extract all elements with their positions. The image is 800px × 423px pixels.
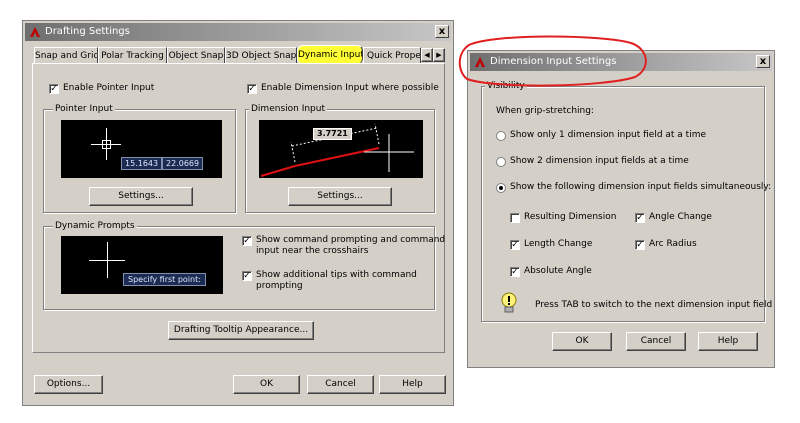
dimension-input-settings-dialog: Dimension Input Settings x Visibility Wh…: [467, 50, 775, 368]
ok-button[interactable]: OK: [233, 375, 300, 394]
crosshair-pickbox: [102, 140, 111, 149]
pointer-settings-button[interactable]: Settings...: [89, 187, 193, 206]
resulting-dimension-checkbox[interactable]: [510, 213, 520, 223]
red-annotation-circle: [458, 35, 647, 87]
close-button[interactable]: x: [756, 55, 770, 68]
tab-3d-object-snap[interactable]: 3D Object Snap: [225, 47, 297, 63]
autocad-logo-icon: [30, 27, 40, 37]
cancel-button[interactable]: Cancel: [626, 332, 686, 351]
radio-show-following-fields[interactable]: [496, 183, 506, 193]
drafting-settings-dialog: Drafting Settings x Snap and Grid Polar …: [22, 20, 454, 406]
cancel-button[interactable]: Cancel: [307, 375, 374, 394]
angle-change-checkbox[interactable]: ✓: [635, 213, 645, 223]
pointer-input-preview: 15.1643 22.0669: [61, 120, 222, 178]
tab-dynamic-input[interactable]: Dynamic Input: [297, 45, 363, 64]
absolute-angle-checkbox[interactable]: ✓: [510, 267, 520, 277]
radio-show-two-fields[interactable]: [496, 157, 506, 167]
dynamic-prompts-preview: Specify first point:: [61, 236, 223, 294]
pointer-input-group-label: Pointer Input: [53, 104, 115, 114]
prompt-crosshair-vertical: [107, 242, 108, 278]
help-button[interactable]: Help: [698, 332, 758, 351]
drafting-tooltip-appearance-button[interactable]: Drafting Tooltip Appearance...: [168, 321, 314, 340]
dimension-settings-button[interactable]: Settings...: [288, 187, 392, 206]
arc-radius-label[interactable]: Arc Radius: [649, 239, 697, 250]
arc-radius-checkbox[interactable]: ✓: [635, 240, 645, 250]
tab-switch-tip: Press TAB to switch to the next dimensio…: [535, 300, 773, 310]
help-button[interactable]: Help: [379, 375, 446, 394]
dimension-value-field: 3.7721: [313, 128, 352, 140]
radio-show-following-fields-label[interactable]: Show the following dimension input field…: [510, 182, 771, 193]
length-change-label[interactable]: Length Change: [524, 239, 592, 250]
close-button[interactable]: x: [435, 25, 449, 38]
tab-snap-and-grid[interactable]: Snap and Grid: [34, 47, 98, 63]
tab-scroll-right-button[interactable]: ▶: [433, 48, 445, 62]
ok-button[interactable]: OK: [552, 332, 612, 351]
tab-quick-properties[interactable]: Quick Propert: [363, 47, 421, 63]
enable-pointer-input-label[interactable]: Enable Pointer Input: [63, 83, 154, 94]
prompt-tooltip: Specify first point:: [123, 273, 206, 286]
options-button[interactable]: Options...: [34, 375, 103, 394]
enable-dimension-input-checkbox[interactable]: ✓: [247, 84, 257, 94]
show-additional-tips-label-1[interactable]: Show additional tips with command: [256, 270, 417, 281]
lightbulb-icon: [501, 292, 517, 313]
show-additional-tips-label-2[interactable]: prompting: [256, 281, 303, 292]
radio-show-one-field-label[interactable]: Show only 1 dimension input field at a t…: [510, 130, 706, 141]
show-additional-tips-checkbox[interactable]: ✓: [242, 271, 252, 281]
pointer-coord-x: 15.1643: [121, 157, 163, 170]
dimension-input-group-label: Dimension Input: [249, 104, 328, 114]
absolute-angle-label[interactable]: Absolute Angle: [524, 266, 592, 277]
show-command-prompting-label-1[interactable]: Show command prompting and command: [256, 235, 445, 246]
resulting-dimension-label[interactable]: Resulting Dimension: [524, 212, 616, 223]
enable-pointer-input-checkbox[interactable]: ✓: [49, 84, 59, 94]
radio-show-one-field[interactable]: [496, 131, 506, 141]
visibility-group: [481, 86, 765, 322]
dynamic-prompts-group-label: Dynamic Prompts: [53, 221, 137, 231]
angle-change-label[interactable]: Angle Change: [649, 212, 712, 223]
tab-object-snap[interactable]: Object Snap: [167, 47, 225, 63]
enable-dimension-input-label[interactable]: Enable Dimension Input where possible: [261, 83, 439, 94]
pointer-coord-y: 22.0669: [162, 157, 204, 170]
tab-polar-tracking[interactable]: Polar Tracking: [98, 47, 167, 63]
show-command-prompting-checkbox[interactable]: ✓: [242, 236, 252, 246]
length-change-checkbox[interactable]: ✓: [510, 240, 520, 250]
show-command-prompting-label-2[interactable]: input near the crosshairs: [256, 246, 368, 257]
drafting-settings-titlebar[interactable]: Drafting Settings x: [25, 23, 451, 41]
drafting-settings-title: Drafting Settings: [45, 26, 130, 37]
dimension-input-preview: 3.7721: [259, 120, 423, 178]
radio-show-two-fields-label[interactable]: Show 2 dimension input fields at a time: [510, 156, 689, 167]
tab-scroll-left-button[interactable]: ◀: [421, 48, 433, 62]
grip-stretching-label: When grip-stretching:: [496, 106, 594, 116]
